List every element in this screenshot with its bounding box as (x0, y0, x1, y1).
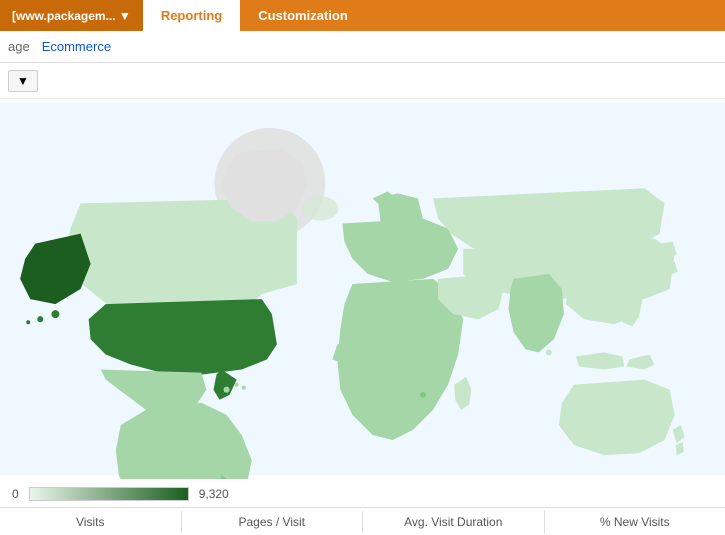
dropdown-arrow-icon: ▼ (17, 74, 29, 88)
sub-item-ecommerce[interactable]: Ecommerce (42, 39, 111, 54)
nav-item-customization[interactable]: Customization (240, 0, 366, 31)
world-map-container (0, 99, 725, 479)
nav-item-reporting[interactable]: Reporting (143, 0, 240, 31)
view-dropdown-button[interactable]: ▼ (8, 70, 38, 92)
brand-label: [www.packagem... ▼ (12, 9, 131, 23)
legend-min: 0 (12, 487, 19, 501)
legend-gradient-bar (29, 487, 189, 501)
map-legend: 0 9,320 (0, 479, 725, 507)
world-map-svg (0, 99, 725, 479)
stats-row: Visits Pages / Visit Avg. Visit Duration… (0, 507, 725, 535)
brand-tab[interactable]: [www.packagem... ▼ (0, 0, 143, 31)
sub-navigation: age Ecommerce (0, 31, 725, 63)
toolbar: ▼ (0, 63, 725, 99)
legend-max: 9,320 (199, 487, 229, 501)
sub-item-page[interactable]: age (8, 39, 30, 54)
top-navigation: [www.packagem... ▼ Reporting Customizati… (0, 0, 725, 31)
